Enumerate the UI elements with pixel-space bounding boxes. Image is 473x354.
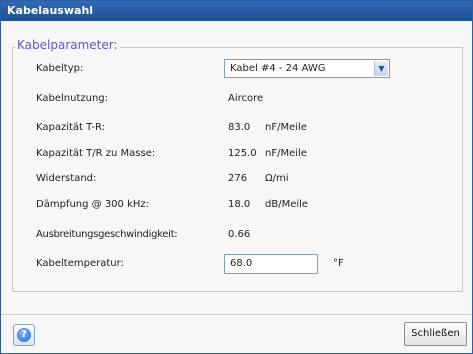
- resistance-label: Widerstand:: [36, 173, 97, 184]
- cable-usage-label: Kabelnutzung:: [36, 93, 109, 104]
- cable-selection-dialog: Kabelauswahl Kabelparameter: Kabeltyp: K…: [0, 0, 473, 354]
- cable-temperature-label: Kabeltemperatur:: [36, 258, 124, 269]
- resistance-unit: Ω/mi: [265, 173, 289, 184]
- cable-type-selected: Kabel #4 - 24 AWG: [230, 63, 326, 74]
- cable-temperature-input[interactable]: 68.0: [224, 254, 318, 274]
- propagation-velocity-value: 0.66: [228, 229, 251, 240]
- propagation-velocity-label: Ausbreitungsgeschwindigkeit:: [36, 229, 178, 240]
- close-button[interactable]: Schließen: [404, 322, 467, 346]
- capacitance-ground-label: Kapazität T/R zu Masse:: [36, 148, 156, 159]
- cable-type-label: Kabeltyp:: [36, 63, 84, 74]
- group-legend: Kabelparameter:: [15, 37, 120, 53]
- resistance-value: 276: [228, 173, 248, 184]
- cable-usage-value: Aircore: [228, 93, 264, 104]
- attenuation-unit: dB/Meile: [265, 199, 309, 210]
- attenuation-value: 18.0: [228, 199, 251, 210]
- chevron-down-icon[interactable]: ▼: [374, 61, 388, 76]
- capacitance-ground-value: 125.0: [228, 148, 257, 159]
- cable-type-dropdown[interactable]: Kabel #4 - 24 AWG ▼: [224, 59, 390, 78]
- capacitance-tr-label: Kapazität T-R:: [36, 122, 105, 133]
- capacitance-ground-unit: nF/Meile: [265, 148, 307, 159]
- cable-temperature-unit: °F: [333, 258, 344, 269]
- attenuation-label: Dämpfung @ 300 kHz:: [36, 199, 150, 210]
- help-button[interactable]: ?: [13, 324, 35, 346]
- window-title: Kabelauswahl: [1, 1, 472, 21]
- help-icon: ?: [17, 328, 31, 342]
- footer-divider: [1, 314, 472, 315]
- capacitance-tr-unit: nF/Meile: [265, 122, 307, 133]
- capacitance-tr-value: 83.0: [228, 122, 251, 133]
